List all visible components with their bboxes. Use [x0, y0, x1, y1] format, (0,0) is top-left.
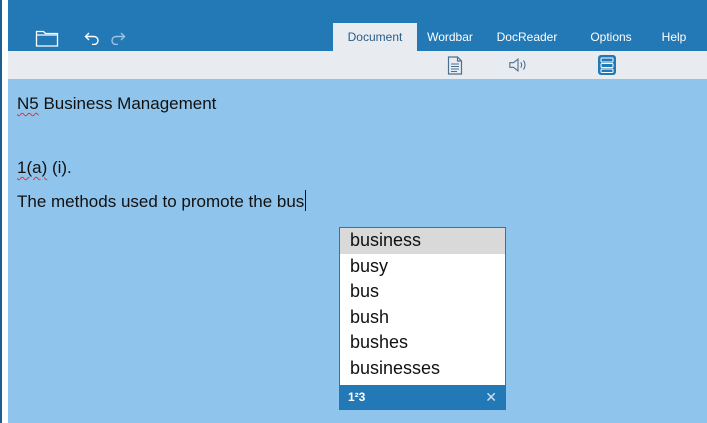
doc-heading-rest: Business Management — [43, 94, 217, 113]
tab-document[interactable]: Document — [333, 23, 417, 51]
menu-tabs: Document Wordbar DocReader Options Help — [333, 23, 697, 51]
tab-docreader[interactable]: DocReader — [483, 23, 571, 51]
word-prediction-popup: business busy bus bush bushes businesses… — [339, 227, 506, 410]
document-editor[interactable]: N5 Business Management 1(a) (i). The met… — [8, 79, 707, 423]
close-icon[interactable]: ✕ — [485, 389, 497, 406]
suggestion-item[interactable]: busy — [340, 254, 505, 280]
redo-icon[interactable] — [107, 31, 129, 45]
undo-icon[interactable] — [81, 31, 103, 45]
suggestion-item[interactable]: bus — [340, 279, 505, 305]
doc-heading-misspelled-word: N5 — [17, 94, 39, 113]
title-bar: Document Wordbar DocReader Options Help — [8, 0, 707, 51]
suggestion-item[interactable]: businesses — [340, 356, 505, 382]
numbers-toggle-button[interactable]: 1²3 — [348, 390, 365, 404]
document-icon[interactable] — [445, 55, 465, 75]
word-list-icon[interactable] — [597, 55, 617, 75]
doc-answer-text: The methods used to promote the bus — [17, 192, 305, 211]
suggestion-item[interactable]: bushes — [340, 330, 505, 356]
doc-question-line: 1(a) (i). — [17, 158, 72, 178]
text-cursor — [305, 190, 307, 211]
tab-options[interactable]: Options — [571, 23, 651, 51]
tab-help[interactable]: Help — [651, 23, 697, 51]
window-left-border — [0, 0, 2, 423]
doc-question-number: 1(a) — [17, 158, 48, 177]
doc-question-part: (i). — [47, 158, 72, 177]
doc-heading-line: N5 Business Management — [17, 94, 216, 114]
speaker-icon[interactable] — [508, 55, 528, 75]
popup-footer: 1²3 ✕ — [340, 385, 505, 409]
suggestion-item[interactable]: business — [340, 228, 505, 254]
tab-wordbar[interactable]: Wordbar — [417, 23, 483, 51]
doc-answer-line: The methods used to promote the bus — [17, 190, 307, 212]
folder-icon[interactable] — [33, 28, 61, 48]
quick-toolbar — [33, 28, 129, 48]
suggestion-item[interactable]: bush — [340, 305, 505, 331]
document-ribbon — [8, 51, 707, 79]
app-window: Document Wordbar DocReader Options Help — [8, 0, 707, 423]
